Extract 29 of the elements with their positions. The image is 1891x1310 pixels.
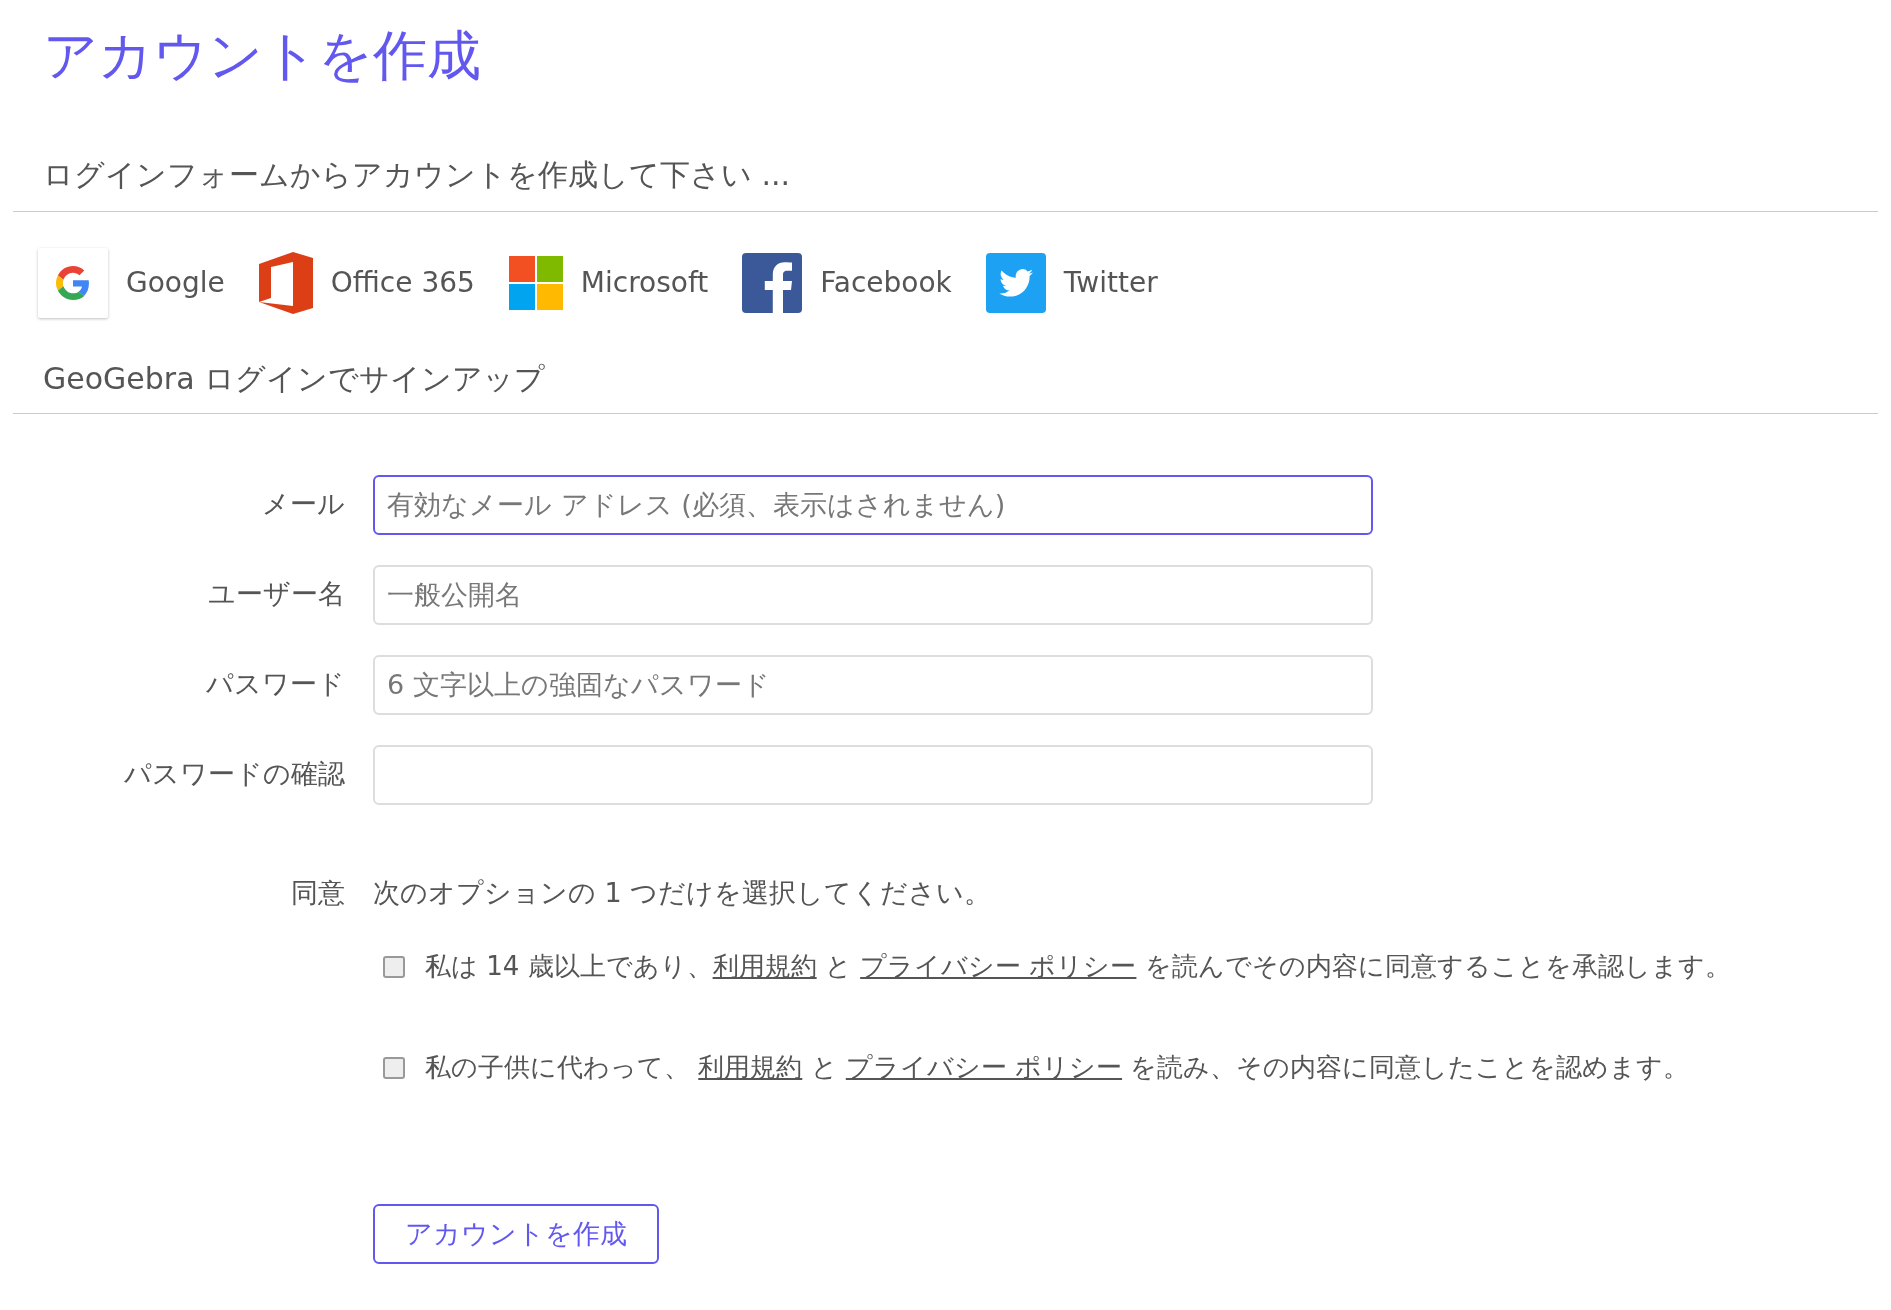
instruction-text: 次のオプションの 1 つだけを選択してください。: [373, 875, 993, 910]
twitter-logo-icon: [985, 252, 1046, 313]
checkbox[interactable]: [383, 1056, 405, 1079]
field-label: ユーザー名: [207, 577, 345, 612]
consent-text: 私の子供に代わって、 利用規約 と プライバシー ポリシー を読み、その内容に同意したことを認めます。: [425, 1051, 1690, 1084]
google-logo-icon: [38, 247, 108, 318]
microsoft-logo-icon: [508, 255, 563, 310]
checkbox[interactable]: [383, 955, 405, 978]
field-label: パスワードの確認: [123, 757, 345, 792]
facebook-logo-icon: [742, 252, 803, 313]
provider-link[interactable]: Twitter: [985, 252, 1158, 313]
section-heading: ログインフォームからアカウントを作成して下さい ...: [43, 155, 792, 194]
policy-link[interactable]: プライバシー ポリシー: [845, 1052, 1123, 1082]
consent-label: 同意: [290, 875, 345, 910]
provider-link[interactable]: Google: [38, 247, 225, 318]
provider-link[interactable]: Facebook: [742, 252, 952, 313]
consent-text: 私は 14 歳以上であり、利用規約 と プライバシー ポリシー を読んでその内容に同意することを承認します。: [425, 950, 1731, 983]
section-heading: GeoGebra ログインでサインアップ: [43, 359, 547, 398]
provider-link[interactable]: Microsoft: [508, 255, 709, 310]
field-label: メール: [261, 487, 345, 522]
field-label: パスワード: [205, 667, 345, 702]
office-logo-icon: [258, 251, 313, 314]
page-title: アカウントを作成: [43, 23, 482, 89]
policy-link[interactable]: プライバシー ポリシー: [860, 951, 1137, 981]
policy-link[interactable]: 利用規約: [698, 1052, 803, 1082]
policy-link[interactable]: 利用規約: [712, 951, 817, 981]
input-field[interactable]: 有効なメール アドレス (必須、表示はされません): [373, 474, 1373, 535]
provider-link[interactable]: Office 365: [258, 251, 475, 314]
create-account-button[interactable]: アカウントを作成: [373, 1204, 659, 1264]
